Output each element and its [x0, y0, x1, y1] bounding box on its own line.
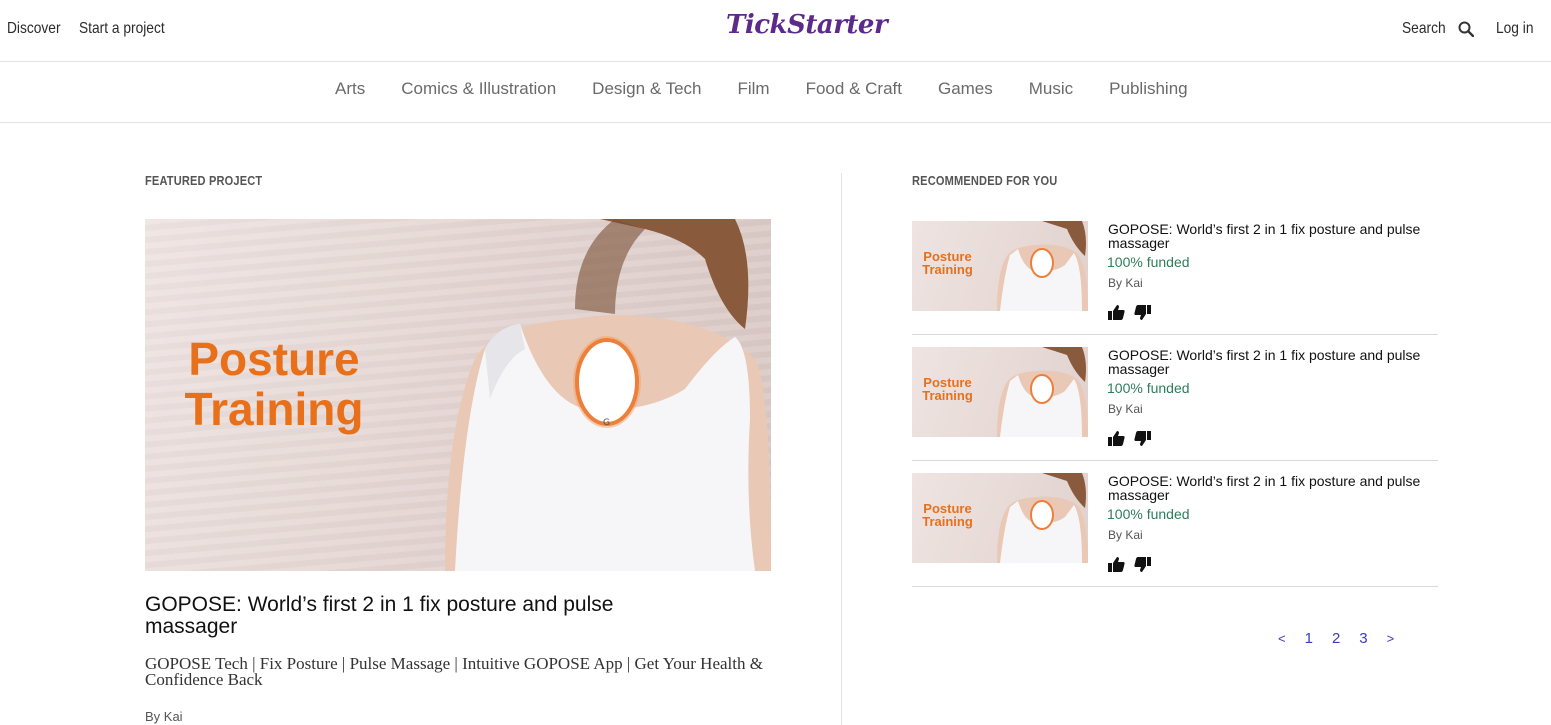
caption-line-1: Posture — [188, 333, 360, 385]
featured-project-author[interactable]: By Kai — [145, 709, 183, 724]
pagination-page-3[interactable]: 3 — [1359, 630, 1367, 647]
pagination-page-1[interactable]: 1 — [1305, 630, 1313, 647]
thumbnail-caption-line-2: Training — [922, 388, 973, 403]
thumbs-down-icon[interactable] — [1134, 557, 1151, 572]
recommended-item: Posture Training GOPOSE: World’s first 2… — [912, 473, 1438, 587]
category-arts[interactable]: Arts — [335, 79, 365, 99]
category-navigation: Arts Comics & Illustration Design & Tech… — [0, 62, 1551, 123]
featured-section-label: FEATURED PROJECT — [145, 173, 263, 188]
pagination-page-2[interactable]: 2 — [1332, 630, 1340, 647]
caption-line-2: Training — [184, 383, 364, 435]
recommended-author[interactable]: By Kai — [1108, 528, 1143, 542]
recommended-title[interactable]: GOPOSE: World’s first 2 in 1 fix posture… — [1108, 474, 1443, 502]
funded-status: 100% funded — [1107, 254, 1190, 270]
category-list: Arts Comics & Illustration Design & Tech… — [335, 79, 1224, 99]
search-button[interactable]: Search — [1402, 20, 1475, 38]
category-publishing[interactable]: Publishing — [1109, 79, 1187, 99]
recommended-item: Posture Training GOPOSE: World’s first 2… — [912, 347, 1438, 461]
start-project-link[interactable]: Start a project — [79, 20, 165, 38]
recommended-author[interactable]: By Kai — [1108, 276, 1143, 290]
thumbnail-caption: Posture Training — [920, 250, 975, 276]
thumbnail-caption: Posture Training — [920, 502, 975, 528]
thumbs-up-icon[interactable] — [1108, 431, 1125, 446]
vote-buttons — [1108, 431, 1151, 446]
category-film[interactable]: Film — [737, 79, 769, 99]
recommended-thumbnail[interactable]: Posture Training — [912, 473, 1088, 563]
funded-status: 100% funded — [1107, 380, 1190, 396]
top-navigation: Discover Start a project TickStarter Sea… — [0, 0, 1551, 62]
featured-image-caption: Posture Training — [178, 334, 370, 434]
recommended-title[interactable]: GOPOSE: World’s first 2 in 1 fix posture… — [1108, 222, 1443, 250]
search-icon — [1458, 21, 1475, 38]
funded-status: 100% funded — [1107, 506, 1190, 522]
featured-project-title[interactable]: GOPOSE: World’s first 2 in 1 fix posture… — [145, 594, 705, 638]
thumbs-down-icon[interactable] — [1134, 305, 1151, 320]
pagination-prev-button[interactable]: < — [1278, 631, 1286, 646]
thumbs-up-icon[interactable] — [1108, 557, 1125, 572]
thumbnail-caption-line-2: Training — [922, 514, 973, 529]
svg-text:G: G — [603, 418, 610, 428]
vote-buttons — [1108, 557, 1151, 572]
category-music[interactable]: Music — [1029, 79, 1073, 99]
recommended-title[interactable]: GOPOSE: World’s first 2 in 1 fix posture… — [1108, 348, 1443, 376]
recommended-author[interactable]: By Kai — [1108, 402, 1143, 416]
recommended-thumbnail[interactable]: Posture Training — [912, 347, 1088, 437]
pagination-next-button[interactable]: > — [1387, 631, 1395, 646]
category-design-tech[interactable]: Design & Tech — [592, 79, 701, 99]
thumbnail-caption-line-2: Training — [922, 262, 973, 277]
vote-buttons — [1108, 305, 1151, 320]
thumbs-down-icon[interactable] — [1134, 431, 1151, 446]
discover-link[interactable]: Discover — [7, 20, 61, 38]
thumbs-up-icon[interactable] — [1108, 305, 1125, 320]
column-divider — [841, 173, 842, 725]
recommended-thumbnail[interactable]: Posture Training — [912, 221, 1088, 311]
login-link[interactable]: Log in — [1496, 20, 1533, 38]
featured-project-image[interactable]: G Posture Training — [145, 219, 771, 571]
search-label: Search — [1401, 20, 1446, 37]
category-comics-illustration[interactable]: Comics & Illustration — [401, 79, 556, 99]
thumbnail-caption: Posture Training — [920, 376, 975, 402]
top-nav-left: Discover Start a project — [7, 20, 179, 38]
top-nav-right: Search Log in — [1402, 20, 1540, 38]
category-food-craft[interactable]: Food & Craft — [806, 79, 902, 99]
featured-project-description: GOPOSE Tech | Fix Posture | Pulse Massag… — [145, 654, 763, 689]
site-logo[interactable]: TickStarter — [726, 10, 888, 40]
recommended-section-label: RECOMMENDED FOR YOU — [912, 173, 1058, 188]
pagination: < 1 2 3 > — [1278, 630, 1413, 647]
recommended-item: Posture Training GOPOSE: World’s first 2… — [912, 221, 1438, 335]
category-games[interactable]: Games — [938, 79, 993, 99]
